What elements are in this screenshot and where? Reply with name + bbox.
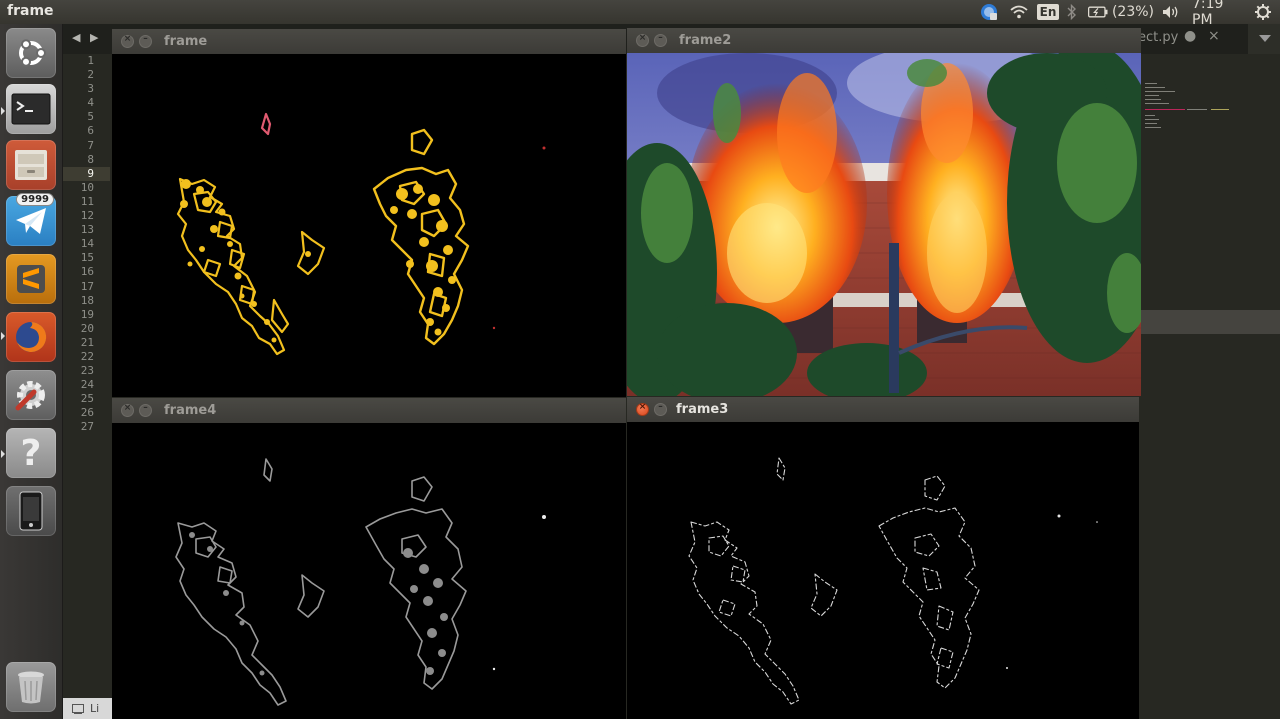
line-number: 13 — [80, 223, 94, 237]
line-number: 15 — [80, 251, 94, 265]
volume-icon[interactable] — [1160, 0, 1182, 24]
system-settings-launcher[interactable] — [6, 370, 56, 420]
window-frame[interactable]: × – frame — [112, 29, 626, 397]
help-launcher[interactable]: ? — [6, 428, 56, 478]
window-title: frame4 — [164, 403, 217, 418]
trash-launcher[interactable] — [6, 662, 56, 712]
phone-icon — [19, 491, 43, 531]
editor-tab-label[interactable]: ect.py — [1138, 30, 1178, 45]
burning-house-photo — [627, 53, 1141, 396]
phone-launcher[interactable] — [6, 486, 56, 536]
clock[interactable]: 7:19 PM — [1192, 0, 1248, 28]
line-number: 27 — [80, 420, 94, 434]
file-cabinet-icon — [15, 150, 47, 180]
line-number: 19 — [80, 307, 94, 321]
line-number: 12 — [80, 209, 94, 223]
line-number: 9 — [62, 166, 110, 181]
tab-overflow-chevron-icon[interactable] — [1248, 24, 1280, 54]
window-frame3[interactable]: × – frame3 — [627, 397, 1139, 719]
window-frame2[interactable]: × – frame2 — [627, 28, 1141, 396]
line-number: 3 — [87, 82, 94, 96]
console-icon — [72, 703, 84, 714]
line-number: 17 — [80, 279, 94, 293]
files-launcher[interactable] — [6, 140, 56, 190]
terminal-launcher[interactable] — [6, 84, 56, 134]
window-title: frame3 — [676, 402, 729, 417]
close-button[interactable]: × — [121, 403, 134, 417]
line-number: 10 — [80, 180, 94, 194]
window-titlebar[interactable]: × – frame2 — [627, 28, 1141, 53]
session-gear-icon[interactable] — [1252, 0, 1274, 24]
line-number: 26 — [80, 406, 94, 420]
window-title: frame — [164, 34, 208, 49]
line-number: 24 — [80, 378, 94, 392]
line-number: 6 — [87, 124, 94, 138]
status-text: Li — [90, 702, 100, 715]
firefox-launcher[interactable] — [6, 312, 56, 362]
minimize-button[interactable]: – — [654, 33, 667, 47]
edge-detection-view — [627, 422, 1139, 719]
minimize-button[interactable]: – — [654, 402, 667, 416]
terminal-icon — [11, 93, 51, 125]
line-number: 8 — [87, 152, 94, 166]
line-number: 16 — [80, 265, 94, 279]
line-number: 20 — [80, 321, 94, 335]
line-number: 2 — [87, 68, 94, 82]
line-number: 11 — [80, 194, 94, 208]
battery-percent: (23%) — [1111, 4, 1154, 20]
line-number: 14 — [80, 237, 94, 251]
line-number: 21 — [80, 335, 94, 349]
close-button[interactable]: × — [121, 34, 134, 48]
minimize-button[interactable]: – — [139, 403, 152, 417]
window-frame4[interactable]: × – frame4 — [112, 398, 626, 719]
top-panel: frame En (23%) 7:19 PM — [0, 0, 1280, 28]
battery-icon — [1088, 6, 1108, 18]
ubuntu-dash-button[interactable] — [6, 28, 56, 78]
tab-nav-arrows[interactable]: ◀ ▶ — [72, 31, 101, 44]
telegram-launcher[interactable]: 9999 — [6, 193, 56, 246]
line-number: 7 — [87, 138, 94, 152]
ubuntu-logo-icon — [19, 39, 46, 67]
wifi-icon[interactable] — [1008, 0, 1030, 24]
status-bar-chip[interactable]: Li — [62, 698, 112, 719]
running-indicator — [1, 332, 5, 340]
firefox-icon — [16, 321, 47, 352]
bluetooth-icon[interactable] — [1064, 0, 1080, 24]
window-titlebar[interactable]: × – frame4 — [112, 398, 626, 423]
active-app-title: frame — [7, 3, 54, 19]
unread-badge: 9999 — [16, 193, 54, 206]
keyboard-layout-indicator[interactable]: En — [1036, 0, 1060, 24]
trash-icon — [18, 671, 44, 704]
window-title: frame2 — [679, 33, 732, 48]
line-number-gutter: 1 2 3 4 5 6 7 8 9 10 11 12 13 14 15 16 17 18 19 20 21 22 23 24 2… — [62, 54, 110, 714]
battery-indicator[interactable]: (23%) — [1088, 0, 1154, 24]
minimize-button[interactable]: – — [139, 34, 152, 48]
window-titlebar[interactable]: × – frame — [112, 29, 626, 54]
line-number: 4 — [87, 96, 94, 110]
close-button[interactable]: × — [636, 33, 649, 47]
minimap[interactable] — [1141, 54, 1277, 354]
paper-plane-icon — [16, 208, 46, 234]
sublime-launcher[interactable] — [6, 254, 56, 304]
line-number: 23 — [80, 364, 94, 378]
unsaved-dot-icon: ● — [1184, 28, 1197, 44]
close-button[interactable]: × — [636, 402, 649, 416]
line-number: 18 — [80, 293, 94, 307]
tab-close-icon[interactable]: × — [1208, 28, 1220, 44]
gray-mask-view — [112, 423, 626, 719]
gear-wrench-icon — [15, 381, 45, 411]
question-mark-icon: ? — [20, 432, 42, 474]
window-titlebar[interactable]: × – frame3 — [627, 397, 1139, 422]
line-number: 1 — [87, 54, 94, 67]
update-notifier-icon[interactable] — [978, 0, 1000, 24]
fire-mask-view — [112, 54, 626, 397]
running-indicator — [1, 107, 5, 115]
editor-panel-separator — [1140, 310, 1280, 334]
launcher: 9999 ? — [0, 24, 63, 719]
line-number: 22 — [80, 349, 94, 363]
line-number: 5 — [87, 110, 94, 124]
sublime-s-icon — [17, 265, 45, 293]
line-number: 25 — [80, 392, 94, 406]
running-indicator — [1, 450, 5, 458]
